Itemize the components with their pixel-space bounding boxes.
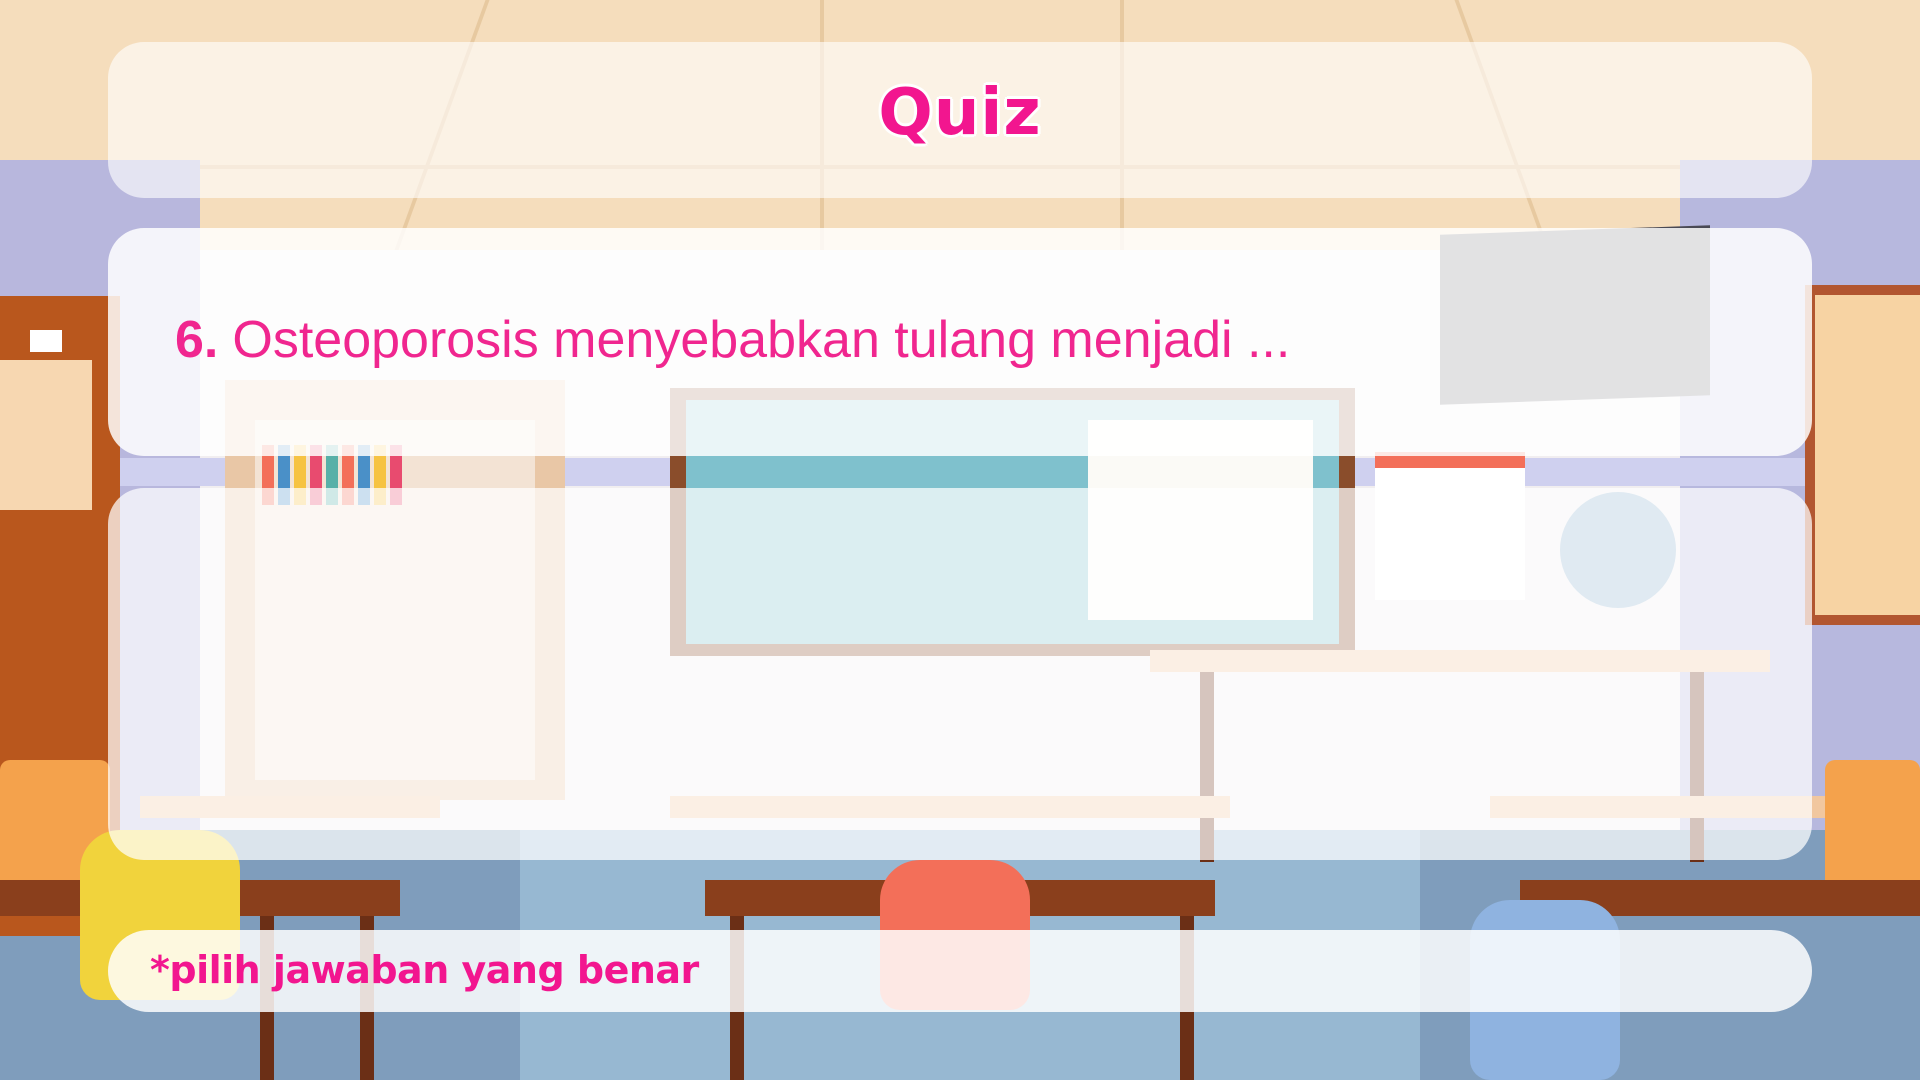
instruction-hint: *pilih jawaban yang benar	[150, 948, 699, 992]
chair	[1825, 760, 1920, 880]
door-sign	[30, 330, 62, 352]
answer-panel	[108, 488, 1812, 860]
question-number: 6.	[175, 311, 219, 369]
quiz-title: Quiz	[878, 76, 1042, 150]
question: 6. Osteoporosis menyebabkan tulang menjad…	[175, 310, 1290, 370]
question-text: Osteoporosis menyebabkan tulang menjadi …	[232, 311, 1291, 369]
door-window	[0, 360, 92, 510]
window	[1805, 285, 1920, 625]
